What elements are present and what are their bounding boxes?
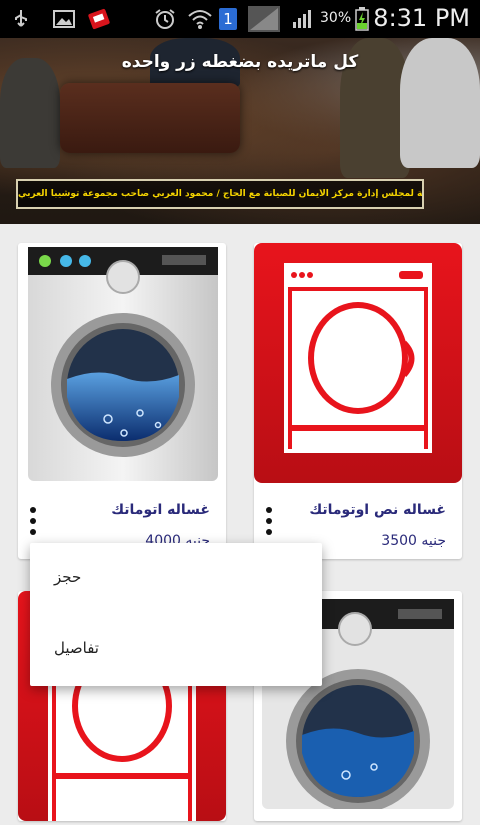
sim-badge: 1 [219, 8, 237, 30]
product-card[interactable]: غساله نص اوتوماتك 3500 جنيه [254, 243, 462, 559]
app-icon [86, 8, 114, 30]
product-name: غساله اتوماتك [111, 502, 210, 518]
overflow-menu-icon[interactable] [262, 505, 276, 537]
product-price: 3500 جنيه [381, 533, 446, 549]
signal-icon [246, 6, 282, 32]
banner-figure [0, 58, 60, 168]
washer-image [28, 247, 218, 485]
alarm-icon [152, 8, 178, 30]
banner-table [60, 83, 240, 153]
battery-percent: 30% [320, 10, 352, 26]
menu-item-details[interactable]: تفاصيل [54, 639, 99, 657]
menu-item-book[interactable]: حجز [54, 568, 81, 586]
image-icon [52, 8, 76, 30]
banner-title: كل ماتريده بضغطه زر واحده [121, 52, 359, 72]
battery-icon [354, 7, 370, 31]
overflow-menu-icon[interactable] [26, 505, 40, 537]
overflow-menu: حجز تفاصيل [30, 543, 322, 686]
status-bar: 1 30% 8:31 PM [0, 0, 480, 38]
signal-bars-icon [290, 8, 316, 30]
product-card[interactable]: غساله اتوماتك 4000 جنيه [18, 243, 226, 559]
header-banner: كل ماتريده بضغطه زر واحده صورة تذكارية ل… [0, 38, 480, 224]
product-name: غساله نص اوتوماتك [309, 502, 446, 518]
wifi-icon [186, 8, 214, 30]
red-washer-image [254, 243, 462, 483]
banner-caption: صورة تذكارية لمجلس إدارة مركز الايمان لل… [16, 179, 424, 209]
sim-icon: 1 [218, 8, 238, 30]
clock: 8:31 PM [373, 4, 470, 32]
usb-icon [10, 8, 32, 30]
